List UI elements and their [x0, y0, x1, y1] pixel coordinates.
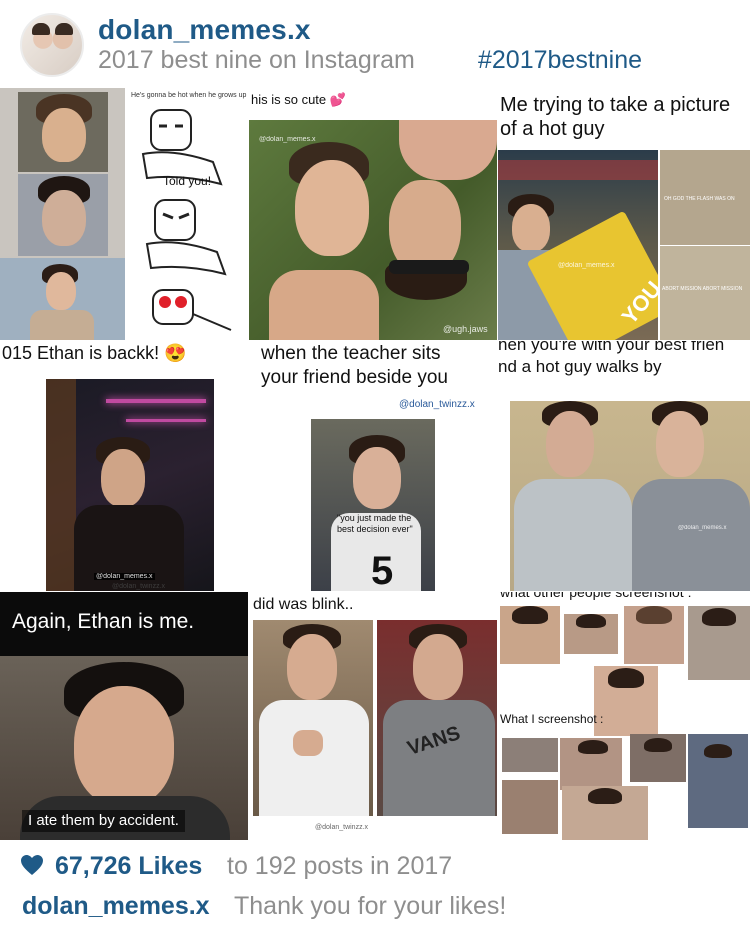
grid-post-5[interactable]: when the teacher sits your friend beside…	[249, 341, 497, 591]
post-9-thumb-4	[688, 606, 750, 680]
post-9-thumb-3	[624, 606, 684, 664]
header-subtitle: 2017 best nine on Instagram	[98, 46, 415, 74]
post-4-caption: 015 Ethan is backk! 😍	[2, 343, 187, 363]
post-3-caption-line1: Me trying to take a picture	[500, 94, 731, 116]
post-2-watermark: @dolan_memes.x	[259, 136, 316, 143]
grid-post-4[interactable]: 015 Ethan is backk! 😍 @dolan_memes.x @do…	[0, 341, 248, 591]
grid-post-6[interactable]: hen you're with your best frien nd a hot…	[498, 341, 750, 591]
post-8-caption: did was blink..	[253, 596, 354, 613]
caption-username[interactable]: dolan_memes.x	[22, 892, 210, 921]
likes-detail: to 192 posts in 2017	[227, 852, 453, 880]
post-7-subtitle-box: I ate them by accident.	[22, 810, 185, 832]
grid-post-7[interactable]: Again, Ethan is me. I ate them by accide…	[0, 592, 248, 840]
post-4-photo	[46, 379, 214, 591]
post-3-panel-1: OH GOD THE FLASH WAS ON	[660, 150, 750, 245]
post-4-watermark: @dolan_memes.x	[94, 573, 155, 580]
post-8-photo-left	[253, 620, 373, 816]
post-header: dolan_memes.x 2017 best nine on Instagra…	[0, 0, 750, 90]
comic-drawing	[141, 109, 232, 331]
grid-post-2[interactable]: his is so cute 💕 @dolan_memes.x @ugh.jaw…	[249, 88, 497, 340]
heart-icon[interactable]	[20, 854, 44, 876]
post-9-thumb-6	[502, 738, 558, 772]
post-5-caption-line1: when the teacher sits	[261, 343, 441, 364]
post-9-thumb-8	[630, 734, 686, 782]
grid-post-8[interactable]: did was blink.. VANS @dolan_twinzz.x	[249, 592, 497, 840]
post-8-watermark: @dolan_twinzz.x	[315, 824, 369, 831]
grid-post-1[interactable]: He's gonna be hot when he grows up Told …	[0, 88, 248, 340]
post-footer: 67,726 Likes to 192 posts in 2017 dolan_…	[0, 840, 750, 937]
best-nine-grid: He's gonna be hot when he grows up Told …	[0, 88, 750, 840]
post-9-thumb-10	[502, 780, 558, 834]
post-6-photo: @dolan_memes.x	[510, 401, 750, 591]
post-5-caption-line2: your friend beside you	[261, 367, 448, 388]
post-1-caption: He's gonna be hot when he grows up	[131, 92, 247, 99]
post-9-mid-caption: What I screenshot :	[500, 712, 604, 726]
post-9-thumb-2	[564, 614, 618, 654]
header-hashtag[interactable]: #2017bestnine	[478, 46, 642, 75]
grid-post-3[interactable]: Me trying to take a picture of a hot guy…	[498, 88, 750, 340]
post-6-caption-line1: hen you're with your best frien	[498, 341, 725, 354]
post-8-photo-right: VANS	[377, 620, 497, 816]
post-4-watermark-2: @dolan_twinzz.x	[112, 583, 166, 590]
post-9-thumb-1	[500, 606, 560, 664]
post-2-watermark-2: @ugh.jaws	[443, 324, 488, 334]
post-5-handle: @dolan_twinzz.x	[399, 399, 475, 410]
post-5-speech: "you just made the best decision ever"	[337, 513, 413, 534]
header-username[interactable]: dolan_memes.x	[98, 14, 311, 46]
profile-avatar[interactable]	[20, 13, 84, 77]
post-3-watermark: @dolan_memes.x	[558, 262, 615, 269]
post-9-caption: what other people screenshot :	[500, 592, 692, 600]
comic-speech: Told you!	[163, 174, 212, 188]
post-2-caption: his is so cute 💕	[251, 92, 346, 107]
post-6-watermark: @dolan_memes.x	[678, 525, 727, 531]
post-1-photo-collage	[0, 88, 125, 340]
post-3-caption-line2: of a hot guy	[500, 118, 605, 140]
caption-text: Thank you for your likes!	[234, 892, 507, 920]
post-9-thumb-5	[594, 666, 658, 736]
post-5-photo: 5 "you just made the best decision ever"	[311, 419, 435, 591]
grid-post-9[interactable]: what other people screenshot : What I sc…	[498, 592, 750, 840]
post-3-panel-2: ABORT MISSION ABORT MISSION	[660, 246, 750, 340]
post-7-caption: Again, Ethan is me.	[12, 610, 195, 633]
post-3-photo: YOU @dolan_memes.x	[498, 150, 658, 340]
post-6-caption-line2: nd a hot guy walks by	[498, 357, 662, 376]
post-9-thumb-7	[560, 738, 622, 790]
post-9-thumb-11	[562, 786, 648, 840]
post-2-photo	[249, 120, 497, 340]
post-7-bottom-caption: I ate them by accident.	[28, 812, 179, 829]
post-9-thumb-9	[688, 734, 748, 828]
likes-count[interactable]: 67,726 Likes	[55, 852, 202, 881]
